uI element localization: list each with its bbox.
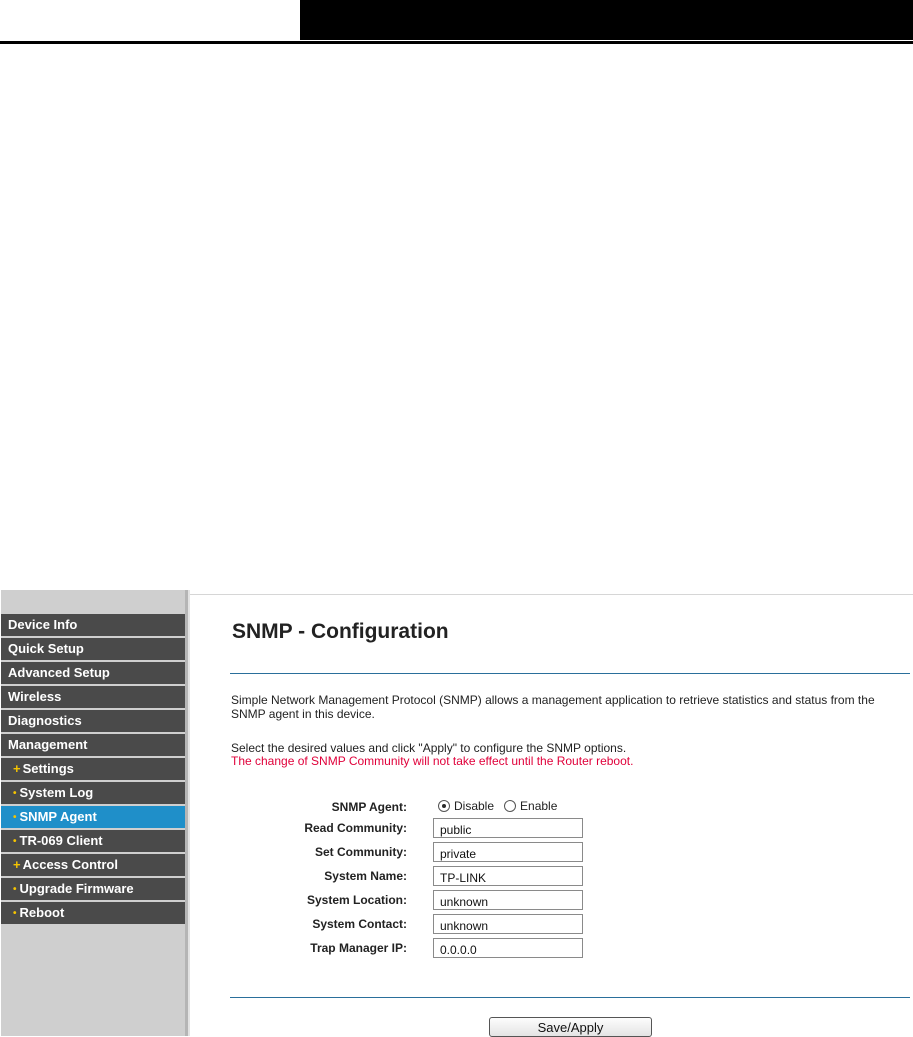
system-name-row: System Name: (190, 866, 913, 886)
title-divider (230, 673, 910, 674)
sidebar-item-label: Diagnostics (8, 713, 82, 728)
sidebar-item-label: Device Info (8, 617, 78, 632)
sidebar-item-upgrade-firmware[interactable]: • Upgrade Firmware (1, 878, 185, 900)
set-community-label: Set Community: (314, 845, 407, 859)
system-contact-label: System Contact: (312, 917, 407, 931)
read-community-row: Read Community: (190, 818, 913, 838)
system-name-input[interactable] (433, 866, 583, 886)
sidebar-item-tr-069-client[interactable]: • TR-069 Client (1, 830, 185, 852)
plus-icon: + (13, 761, 21, 776)
footer-divider (230, 997, 910, 998)
router-ui-screenshot: Device Info Quick Setup Advanced Setup Wire… (0, 590, 913, 1037)
sidebar-item-label: Settings (22, 761, 74, 776)
system-contact-input[interactable] (433, 914, 583, 934)
sidebar-item-label: Management (8, 737, 88, 752)
sidebar-item-quick-setup[interactable]: Quick Setup (1, 638, 185, 660)
sidebar-top (1, 590, 185, 614)
set-community-row: Set Community: (190, 842, 913, 862)
trap-manager-ip-label: Trap Manager IP: (310, 941, 407, 955)
warning-text: The change of SNMP Community will not ta… (231, 754, 634, 768)
document-header-rule (0, 41, 913, 44)
sidebar-nav: Device Info Quick Setup Advanced Setup Wire… (1, 590, 188, 1036)
bullet-icon: • (13, 812, 17, 823)
sidebar-item-wireless[interactable]: Wireless (1, 686, 185, 708)
page-title: SNMP - Configuration (232, 620, 449, 643)
snmp-agent-label: SNMP Agent: (331, 800, 407, 814)
sidebar-item-label: TR-069 Client (19, 833, 103, 848)
sidebar-item-label: SNMP Agent (19, 809, 97, 824)
trap-manager-ip-row: Trap Manager IP: (190, 938, 913, 958)
sidebar-item-label: Quick Setup (8, 641, 84, 656)
sidebar-item-management[interactable]: Management (1, 734, 185, 756)
sidebar-item-snmp-agent[interactable]: • SNMP Agent (1, 806, 185, 828)
enable-radio-label[interactable]: Enable (520, 799, 557, 813)
bullet-icon: • (13, 884, 17, 895)
sidebar-item-diagnostics[interactable]: Diagnostics (1, 710, 185, 732)
read-community-label: Read Community: (304, 821, 407, 835)
disable-radio-label[interactable]: Disable (454, 799, 494, 813)
main-content: SNMP - Configuration Simple Network Mana… (188, 590, 913, 1037)
sidebar-item-label: Access Control (22, 857, 118, 872)
trap-manager-ip-input[interactable] (433, 938, 583, 958)
sidebar-item-reboot[interactable]: • Reboot (1, 902, 185, 924)
snmp-agent-row: SNMP Agent: Disable Enable (190, 797, 913, 817)
sidebar-item-access-control[interactable]: + Access Control (1, 854, 185, 876)
disable-radio[interactable] (438, 800, 450, 812)
system-location-label: System Location: (306, 893, 407, 907)
sidebar-item-settings[interactable]: + Settings (1, 758, 185, 780)
sidebar-item-label: Wireless (8, 689, 62, 704)
sidebar-item-label: Upgrade Firmware (19, 881, 134, 896)
system-contact-row: System Contact: (190, 914, 913, 934)
bullet-icon: • (13, 788, 17, 799)
bullet-icon: • (13, 908, 17, 919)
sidebar-item-device-info[interactable]: Device Info (1, 614, 185, 636)
sidebar-item-system-log[interactable]: • System Log (1, 782, 185, 804)
system-location-input[interactable] (433, 890, 583, 910)
instruction-text: Select the desired values and click "App… (231, 741, 627, 755)
sidebar-item-label: System Log (19, 785, 94, 800)
save-apply-button[interactable]: Save/Apply (489, 1017, 652, 1037)
snmp-agent-radio-group: Disable Enable (438, 799, 567, 813)
plus-icon: + (13, 857, 21, 872)
sidebar-item-label: Advanced Setup (8, 665, 110, 680)
sidebar-item-label: Reboot (19, 905, 65, 920)
set-community-input[interactable] (433, 842, 583, 862)
nav-list: Device Info Quick Setup Advanced Setup Wire… (1, 614, 185, 924)
enable-radio[interactable] (504, 800, 517, 812)
page-description: Simple Network Management Protocol (SNMP… (231, 693, 875, 721)
read-community-input[interactable] (433, 818, 583, 838)
system-name-label: System Name: (324, 869, 407, 883)
document-header-bar (300, 0, 913, 40)
sidebar-item-advanced-setup[interactable]: Advanced Setup (1, 662, 185, 684)
system-location-row: System Location: (190, 890, 913, 910)
content-top-border (190, 594, 913, 595)
bullet-icon: • (13, 836, 17, 847)
